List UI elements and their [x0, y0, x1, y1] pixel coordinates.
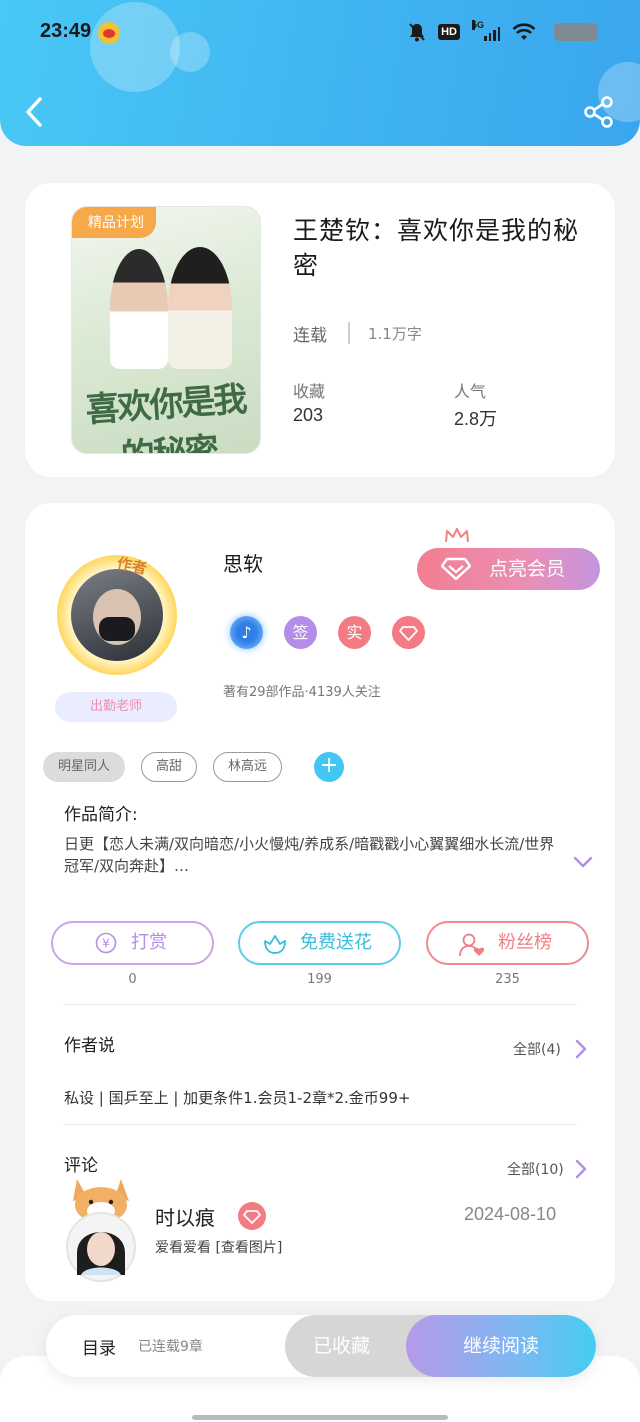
user-heart-icon — [459, 933, 485, 957]
avatar-mask — [99, 617, 135, 641]
divider — [63, 1124, 577, 1125]
fan-ranking-button[interactable]: 粉丝榜 — [426, 921, 589, 965]
back-button[interactable] — [22, 95, 52, 129]
comments-more-link[interactable]: 全部(10) — [507, 1159, 564, 1179]
signed-badge[interactable]: 签 — [284, 616, 317, 649]
diamond-icon — [243, 1210, 261, 1224]
toc-button[interactable]: 目录 — [82, 1334, 116, 1359]
book-title: 王楚钦：喜欢你是我的秘密 — [293, 216, 580, 280]
verified-badge[interactable]: 实 — [338, 616, 371, 649]
author-say-more-link[interactable]: 全部(4) — [513, 1039, 561, 1059]
commenter-name[interactable]: 时以痕 — [155, 1202, 215, 1231]
signal-icon: 5G — [472, 20, 500, 41]
premium-tag: 精品计划 — [72, 207, 156, 238]
author-name[interactable]: 思软 — [223, 548, 263, 577]
gem-badge-icon[interactable] — [392, 616, 425, 649]
commenter-avatar[interactable] — [59, 1175, 143, 1283]
status-icons: HD 5G — [408, 20, 598, 42]
reward-label: 打赏 — [131, 932, 167, 953]
hd-badge: HD — [438, 24, 460, 40]
popularity-label: 人气 — [454, 382, 487, 401]
fan-ranking-label: 粉丝榜 — [498, 932, 552, 953]
divider — [348, 322, 350, 344]
reward-count: 0 — [128, 972, 137, 987]
yuan-icon: ¥ — [95, 932, 117, 954]
author-say-text: 私设 | 国乒至上 | 加更条件1.会员1-2章*2.金币99+ — [64, 1089, 411, 1107]
intro-heading: 作品简介: — [64, 805, 138, 825]
tag-item[interactable]: 高甜 — [141, 752, 198, 782]
fans-count: 235 — [495, 972, 520, 987]
gem-badge-icon — [238, 1202, 266, 1230]
battery-icon — [554, 23, 598, 41]
divider — [63, 1004, 577, 1005]
add-tag-button[interactable]: + — [314, 752, 345, 782]
weibo-icon — [98, 22, 120, 44]
share-button[interactable] — [584, 96, 614, 128]
reward-button[interactable]: ¥ 打赏 — [51, 921, 214, 965]
cover-figure — [168, 247, 232, 369]
crown-icon — [445, 528, 469, 543]
popularity-value: 2.8万 — [454, 409, 498, 429]
tag-item[interactable]: 林高远 — [213, 752, 283, 782]
top-header: 23:49 HD 5G — [0, 0, 640, 146]
status-time: 23:49 — [40, 20, 92, 42]
comment-text[interactable]: 爱看爱看 [查看图片] — [155, 1237, 282, 1257]
avatar-photo — [71, 569, 163, 661]
intro-text: 日更【恋人未满/双向暗恋/小火慢炖/养成系/暗戳戳小心翼翼细水长流/世界冠军/双… — [64, 835, 555, 875]
favorites-value: 203 — [293, 405, 324, 425]
vip-button[interactable]: 点亮会员 — [417, 548, 600, 590]
music-badge-icon[interactable]: ♪ — [230, 616, 263, 649]
tag-item[interactable]: 明星同人 — [43, 752, 126, 782]
toc-count[interactable]: 已连载9章 — [138, 1336, 203, 1356]
decor-bubble — [90, 2, 180, 92]
home-indicator — [192, 1415, 448, 1420]
chevron-right-icon[interactable] — [575, 1159, 587, 1179]
detail-card: 作者 出勤老师 思软 点亮会员 ♪ 签 实 著有29部作品·4139人关注 明星… — [25, 503, 615, 1301]
book-cover[interactable]: 喜欢你是我的秘密 精品计划 — [71, 206, 261, 454]
cover-title: 喜欢你是我的秘密 — [84, 379, 247, 454]
diamond-icon — [441, 557, 471, 581]
favorites-label: 收藏 — [293, 382, 326, 401]
serial-status: 连载 — [293, 326, 327, 346]
continue-reading-button[interactable]: 继续阅读 — [406, 1315, 596, 1377]
author-badges: ♪ 签 实 — [230, 616, 425, 649]
comment-date: 2024-08-10 — [464, 1204, 557, 1224]
flower-count: 199 — [307, 972, 332, 987]
send-flower-label: 免费送花 — [300, 932, 372, 953]
word-count: 1.1万字 — [368, 325, 422, 343]
teacher-tag: 出勤老师 — [55, 692, 177, 722]
mute-icon — [409, 23, 425, 42]
book-info-card: 喜欢你是我的秘密 精品计划 王楚钦：喜欢你是我的秘密 连载 1.1万字 收藏 2… — [25, 183, 615, 477]
send-flower-button[interactable]: 免费送花 — [238, 921, 401, 965]
chevron-right-icon[interactable] — [575, 1039, 587, 1059]
flower-icon — [264, 935, 286, 954]
diamond-icon — [399, 626, 418, 641]
svg-text:¥: ¥ — [102, 937, 110, 951]
author-stats: 著有29部作品·4139人关注 — [223, 685, 381, 700]
cover-figure — [110, 249, 168, 369]
tag-row: 明星同人 高甜 林高远 + — [43, 752, 345, 782]
network-label: 5G — [472, 20, 485, 30]
chevron-down-icon[interactable] — [573, 855, 593, 869]
decor-bubble — [170, 32, 210, 72]
wifi-icon — [512, 23, 536, 40]
author-say-heading: 作者说 — [64, 1036, 115, 1056]
bottom-action-bar: 目录 已连载9章 已收藏 继续阅读 — [46, 1315, 596, 1377]
comments-heading: 评论 — [64, 1156, 98, 1176]
vip-button-label: 点亮会员 — [489, 558, 566, 580]
